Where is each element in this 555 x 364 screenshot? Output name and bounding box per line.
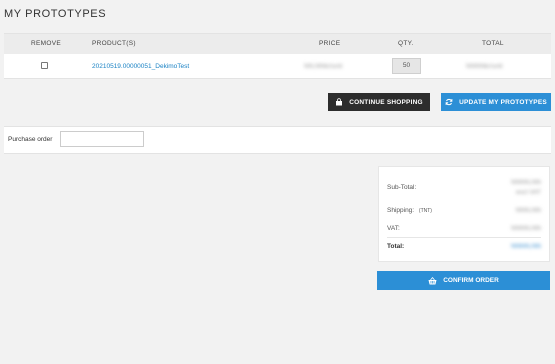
- purchase-order-input[interactable]: [60, 131, 144, 147]
- summary-divider: [387, 237, 541, 238]
- page-title: MY PROTOTYPES: [4, 8, 107, 20]
- vat-value: NNNN,NN: [511, 225, 541, 232]
- price-value: NN,NNkr/unit: [304, 63, 343, 70]
- refresh-icon: [445, 98, 453, 106]
- cart-table: REMOVE PRODUCT(S) PRICE QTY. TOTAL 20210…: [4, 33, 551, 79]
- continue-shopping-label: CONTINUE SHOPPING: [349, 98, 423, 106]
- quantity-field[interactable]: 50: [392, 58, 421, 74]
- header-price: PRICE: [319, 40, 341, 47]
- purchase-order-section: Purchase order: [4, 126, 551, 154]
- basket-icon: [428, 276, 437, 285]
- shipping-label-text: Shipping:: [387, 207, 415, 214]
- confirm-order-button[interactable]: CONFIRM ORDER: [377, 271, 550, 290]
- remove-checkbox[interactable]: [41, 62, 48, 69]
- update-prototypes-label: UPDATE MY PROTOTYPES: [459, 98, 547, 106]
- product-link[interactable]: 20210519.00000051_DekimoTest: [92, 63, 189, 70]
- total-label: Total:: [387, 243, 405, 250]
- total-amount: NNNN,NN: [511, 243, 541, 250]
- header-remove: REMOVE: [31, 40, 61, 47]
- subtotal-label: Sub-Total:: [387, 184, 417, 191]
- header-product: PRODUCT(S): [92, 40, 136, 47]
- subtotal-value: NNNN,NN: [511, 179, 541, 186]
- table-header: REMOVE PRODUCT(S) PRICE QTY. TOTAL: [4, 34, 551, 54]
- order-summary: Sub-Total: NNNN,NN excl VAT Shipping: (T…: [378, 166, 550, 262]
- shipping-carrier: (TNT): [418, 208, 432, 214]
- table-row: 20210519.00000051_DekimoTest NN,NNkr/uni…: [4, 54, 551, 78]
- shopping-bag-icon: [335, 98, 343, 106]
- total-value: NNNNkr/unit: [466, 63, 503, 70]
- subtotal-note: excl VAT: [515, 189, 541, 196]
- shipping-value: NNN,NN: [515, 207, 541, 214]
- vat-label: VAT:: [387, 225, 400, 232]
- update-prototypes-button[interactable]: UPDATE MY PROTOTYPES: [441, 93, 551, 111]
- header-qty: QTY.: [398, 40, 414, 47]
- shipping-label: Shipping: (TNT): [387, 207, 432, 214]
- purchase-order-label: Purchase order: [8, 136, 53, 143]
- header-total: TOTAL: [482, 40, 504, 47]
- confirm-order-label: CONFIRM ORDER: [443, 277, 499, 284]
- continue-shopping-button[interactable]: CONTINUE SHOPPING: [328, 93, 430, 111]
